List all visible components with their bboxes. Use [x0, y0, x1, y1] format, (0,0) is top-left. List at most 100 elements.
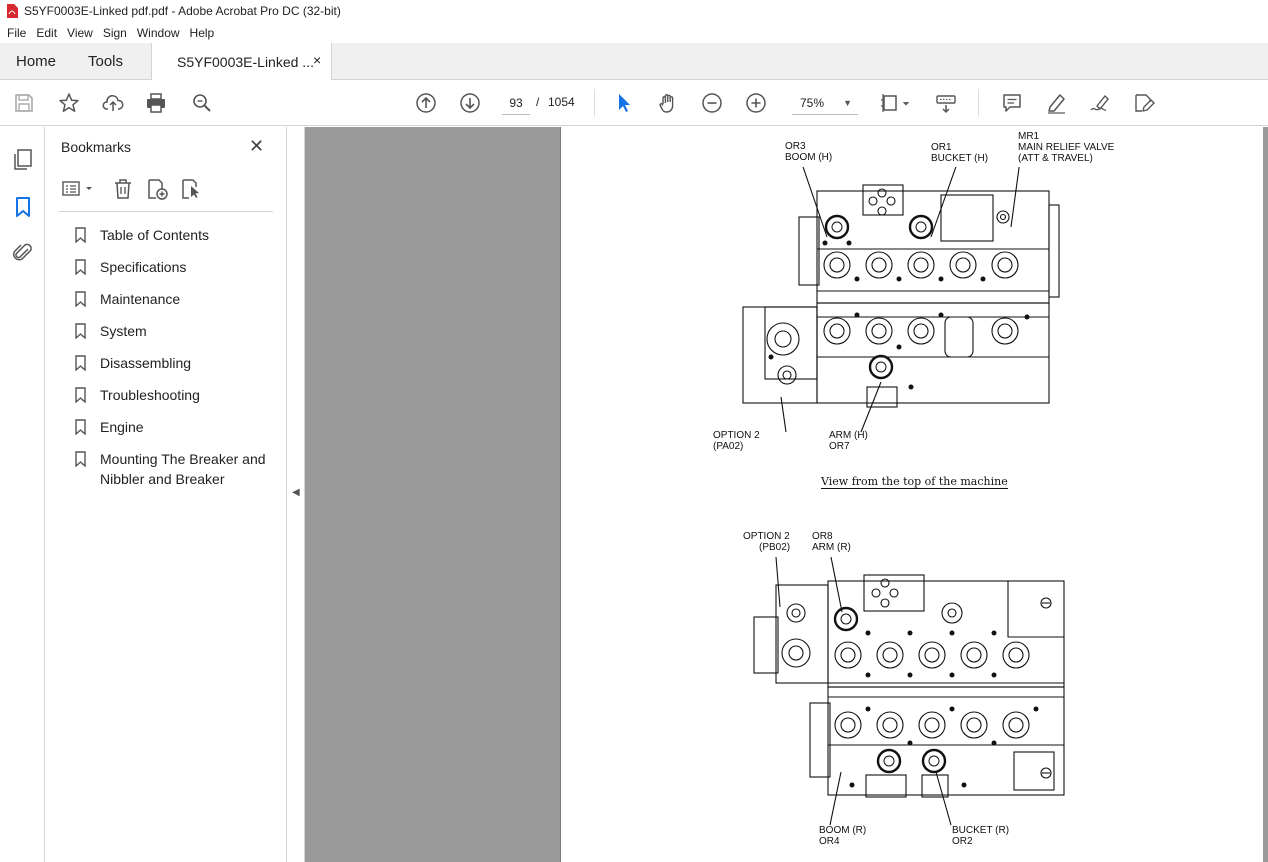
tab-document-label: S5YF0003E-Linked ...	[177, 54, 314, 70]
label-or3-code: OR3	[785, 141, 806, 152]
page-separator: /	[536, 95, 540, 109]
bookmark-item[interactable]: Maintenance	[75, 289, 285, 309]
label-or8: OR8 ARM (R)	[812, 531, 851, 553]
navigation-rail	[0, 127, 45, 862]
bookmark-label: Maintenance	[100, 291, 181, 307]
label-mr1-note: (ATT & TRAVEL)	[1018, 153, 1093, 164]
select-cursor-icon[interactable]	[612, 91, 636, 115]
bookmark-label: Table of Contents	[100, 227, 209, 243]
toolbar-divider	[594, 89, 595, 117]
zoom-search-icon[interactable]	[190, 91, 214, 115]
close-icon[interactable]: ✕	[249, 136, 264, 157]
star-icon[interactable]	[57, 91, 81, 115]
menu-file[interactable]: File	[2, 26, 31, 40]
label-arm-h-code: OR7	[829, 441, 850, 452]
bookmark-flag-icon	[75, 291, 86, 307]
bookmark-label: Disassembling	[100, 355, 192, 371]
title-bar: S5YF0003E-Linked pdf.pdf - Adobe Acrobat…	[0, 0, 1268, 22]
bookmark-flag-icon	[75, 227, 86, 243]
bookmark-label: Mounting The Breaker and Nibbler and Bre…	[100, 451, 266, 487]
bookmark-options-icon[interactable]	[61, 177, 95, 201]
find-bookmark-icon[interactable]	[179, 177, 203, 201]
bookmark-item[interactable]: Table of Contents	[75, 225, 285, 245]
label-or3: OR3 BOOM (H)	[785, 141, 832, 163]
main-toolbar: 93 / 1054 75% ▼	[0, 80, 1268, 126]
label-or1-name: BUCKET (H)	[931, 153, 989, 164]
bookmark-label: Engine	[100, 419, 144, 435]
control-valve-bottom-view-drawing	[753, 557, 1065, 826]
comment-icon[interactable]	[1000, 91, 1024, 115]
window-title: S5YF0003E-Linked pdf.pdf - Adobe Acrobat…	[24, 4, 341, 18]
chevron-down-icon: ▼	[843, 98, 852, 108]
label-boom-r: BOOM (R) OR4	[819, 825, 866, 847]
page-number-input[interactable]: 93	[502, 91, 530, 115]
zoom-level-select[interactable]: 75% ▼	[792, 91, 858, 115]
new-bookmark-icon[interactable]	[145, 177, 169, 201]
edit-pdf-icon[interactable]	[1132, 91, 1156, 115]
panel-collapse-handle[interactable]: ◀	[287, 127, 305, 862]
attachment-paperclip-icon[interactable]	[11, 241, 35, 265]
document-viewport[interactable]: OR3 BOOM (H) OR1 BUCKET (H) MR1 MAIN REL…	[305, 127, 1268, 862]
bookmarks-panel: Bookmarks ✕ Table of Contents Specificat…	[45, 127, 287, 862]
zoom-level-value: 75%	[800, 96, 825, 110]
page-fit-dropdown-icon[interactable]	[900, 91, 912, 115]
highlight-pen-icon[interactable]	[1044, 91, 1068, 115]
bookmark-flag-icon	[75, 419, 86, 435]
label-option2-pb-code: (PB02)	[759, 542, 791, 553]
next-page-icon[interactable]	[458, 91, 482, 115]
page-fit-icon[interactable]	[878, 91, 902, 115]
upload-cloud-icon[interactable]	[101, 91, 125, 115]
zoom-out-icon[interactable]	[700, 91, 724, 115]
page-thumbnails-icon[interactable]	[11, 147, 35, 171]
label-mr1-name: MAIN RELIEF VALVE	[1018, 142, 1115, 153]
label-option2-code: (PA02)	[713, 441, 744, 452]
menu-sign[interactable]: Sign	[98, 26, 132, 40]
label-or1-code: OR1	[931, 142, 952, 153]
bookmark-label: Specifications	[100, 259, 187, 275]
bookmarks-divider	[59, 211, 273, 212]
previous-page-icon[interactable]	[414, 91, 438, 115]
bookmark-panel-icon[interactable]	[11, 195, 35, 219]
menu-bar: File Edit View Sign Window Help	[0, 22, 1268, 43]
bookmark-item[interactable]: System	[75, 321, 285, 341]
menu-help[interactable]: Help	[185, 26, 220, 40]
menu-view[interactable]: View	[62, 26, 98, 40]
tab-home[interactable]: Home	[16, 53, 56, 70]
control-valve-top-view-drawing	[742, 167, 1060, 433]
pdf-page: OR3 BOOM (H) OR1 BUCKET (H) MR1 MAIN REL…	[560, 127, 1263, 862]
bookmark-label: Troubleshooting	[100, 387, 200, 403]
bookmark-item[interactable]: Troubleshooting	[75, 385, 285, 405]
bookmark-flag-icon	[75, 387, 86, 403]
draw-sign-icon[interactable]	[1088, 91, 1112, 115]
tab-document[interactable]: S5YF0003E-Linked ... ×	[151, 43, 332, 80]
toolbar-divider	[978, 89, 979, 117]
zoom-in-icon[interactable]	[744, 91, 768, 115]
bookmark-item[interactable]: Specifications	[75, 257, 285, 277]
label-option2-pb-name: OPTION 2	[743, 531, 790, 542]
drawing-caption: View from the top of the machine	[821, 475, 1008, 489]
label-mr1-code: MR1	[1018, 131, 1040, 142]
label-or1: OR1 BUCKET (H)	[931, 142, 988, 164]
print-icon[interactable]	[144, 91, 168, 115]
bookmark-flag-icon	[75, 323, 86, 339]
save-icon[interactable]	[12, 91, 36, 115]
bookmark-flag-icon	[75, 451, 86, 467]
label-bucket-r: BUCKET (R) OR2	[952, 825, 1009, 847]
label-mr1: MR1 MAIN RELIEF VALVE (ATT & TRAVEL)	[1018, 131, 1114, 164]
label-or8-code: OR8	[812, 531, 833, 542]
tab-tools[interactable]: Tools	[88, 53, 123, 70]
bookmark-flag-icon	[75, 259, 86, 275]
delete-bookmark-icon[interactable]	[111, 177, 135, 201]
collapse-arrow-icon: ◀	[292, 487, 300, 498]
bookmark-item[interactable]: Engine	[75, 417, 285, 437]
bookmark-flag-icon	[75, 355, 86, 371]
acrobat-pdf-icon	[7, 4, 18, 18]
bookmark-item[interactable]: Disassembling	[75, 353, 285, 373]
menu-window[interactable]: Window	[132, 26, 185, 40]
menu-edit[interactable]: Edit	[31, 26, 62, 40]
tab-close-icon[interactable]: ×	[313, 52, 321, 68]
bookmark-item[interactable]: Mounting The Breaker and Nibbler and Bre…	[75, 449, 285, 489]
hand-tool-icon[interactable]	[656, 91, 680, 115]
label-bucket-r-code: OR2	[952, 836, 973, 847]
keyboard-scroll-icon[interactable]	[934, 91, 958, 115]
